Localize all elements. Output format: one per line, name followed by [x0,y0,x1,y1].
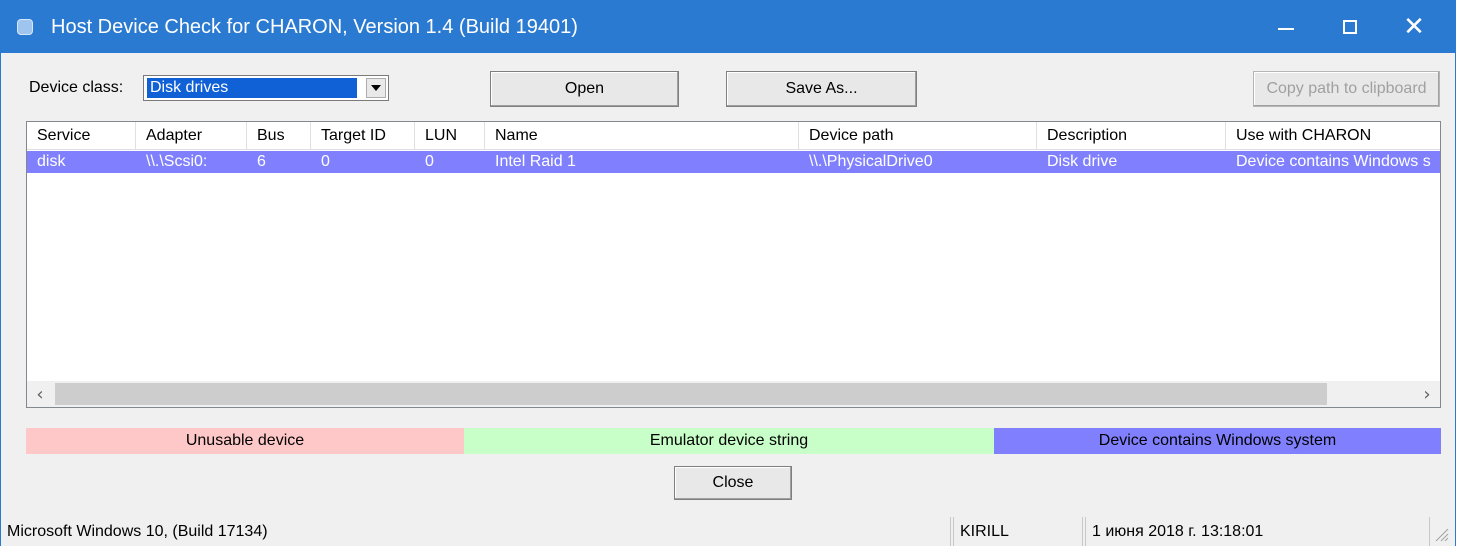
table-row[interactable]: disk \\.\Scsi0: 6 0 0 Intel Raid 1 \\.\P… [27,151,1440,173]
close-window-button[interactable]: ✕ [1382,0,1446,53]
maximize-icon [1343,19,1357,34]
column-header-target-id[interactable]: Target ID [311,122,415,150]
device-class-select[interactable]: Disk drives [143,75,389,101]
copy-path-button[interactable]: Copy path to clipboard [1253,71,1440,107]
minimize-icon [1278,27,1294,30]
status-datetime: 1 июня 2018 г. 13:18:01 [1085,517,1430,546]
save-as-button[interactable]: Save As... [726,71,917,107]
legend-emulator-device-string: Emulator device string [464,428,994,454]
cell-description: Disk drive [1047,153,1118,170]
app-icon [17,19,33,35]
scroll-right-icon[interactable]: › [1414,381,1440,407]
close-button[interactable]: Close [674,466,792,500]
cell-name: Intel Raid 1 [495,153,576,170]
device-class-label: Device class: [29,79,124,96]
status-os: Microsoft Windows 10, (Build 17134) [1,517,951,546]
column-header-device-path[interactable]: Device path [799,122,1037,150]
window-title: Host Device Check for CHARON, Version 1.… [51,16,578,38]
title-bar[interactable]: Host Device Check for CHARON, Version 1.… [1,0,1455,53]
close-icon: ✕ [1403,11,1425,42]
cell-device-path: \\.\PhysicalDrive0 [809,153,933,170]
list-header: Service Adapter Bus Target ID LUN Name D… [27,122,1440,151]
column-header-name[interactable]: Name [485,122,799,150]
cell-lun: 0 [425,153,434,170]
chevron-down-icon [371,85,381,91]
cell-bus: 6 [257,153,266,170]
cell-target-id: 0 [321,153,330,170]
column-header-adapter[interactable]: Adapter [136,122,247,150]
maximize-button[interactable] [1318,0,1382,53]
column-header-description[interactable]: Description [1037,122,1226,150]
open-button[interactable]: Open [490,71,679,107]
status-bar: Microsoft Windows 10, (Build 17134) KIRI… [1,517,1455,546]
column-header-bus[interactable]: Bus [247,122,311,150]
column-header-service[interactable]: Service [27,122,136,150]
column-header-lun[interactable]: LUN [415,122,485,150]
column-header-use-with-charon[interactable]: Use with CHARON [1226,122,1440,150]
cell-service: disk [37,153,66,170]
scroll-left-icon[interactable]: ‹ [27,381,53,407]
device-list[interactable]: Service Adapter Bus Target ID LUN Name D… [26,121,1441,408]
horizontal-scrollbar[interactable]: ‹ › [27,381,1440,407]
resize-grip-icon[interactable] [1431,524,1449,542]
legend-unusable-device: Unusable device [26,428,464,454]
cell-adapter: \\.\Scsi0: [146,153,208,170]
status-host: KIRILL [953,517,1083,546]
minimize-button[interactable] [1254,0,1318,53]
legend-windows-system: Device contains Windows system [994,428,1441,454]
device-class-value: Disk drives [147,78,357,98]
cell-use-with-charon: Device contains Windows s [1236,153,1431,170]
dropdown-button[interactable] [366,78,386,98]
scrollbar-thumb[interactable] [55,383,1327,405]
main-window: Host Device Check for CHARON, Version 1.… [0,0,1456,546]
